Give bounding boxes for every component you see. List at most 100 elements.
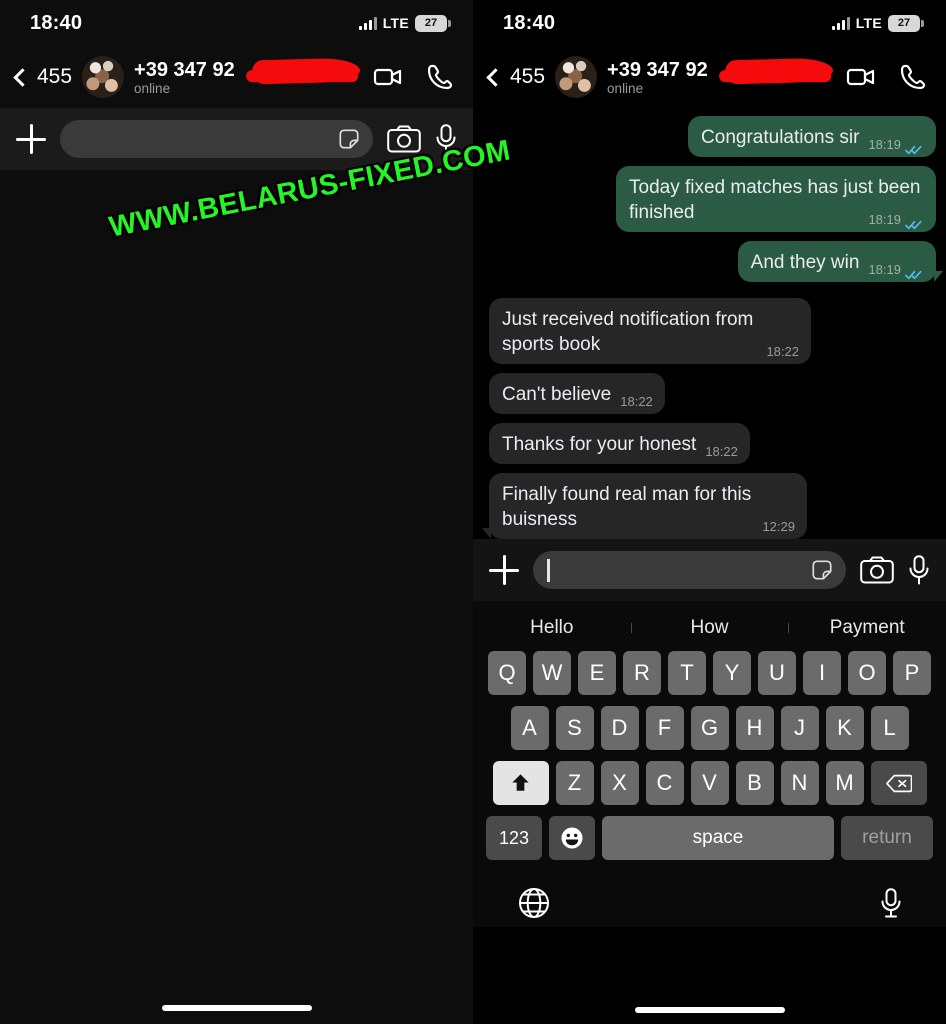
keyboard-bottom-bar xyxy=(473,871,946,927)
status-bar-left: 18:40 LTE 27 xyxy=(0,0,473,46)
chevron-left-icon xyxy=(486,67,505,87)
back-button[interactable]: 455 xyxy=(485,65,545,89)
key-p[interactable]: P xyxy=(893,651,931,695)
left-chat-screenshot: 18:40 LTE 27 455 +39 347 92 online xyxy=(0,0,473,1024)
message-list-right[interactable]: Congratulations sir 18:19 Today fixed ma… xyxy=(473,108,946,539)
emoji-smiley-icon[interactable] xyxy=(549,816,595,860)
message-text: Thanks for your honest xyxy=(502,434,697,455)
key-g[interactable]: G xyxy=(690,706,729,750)
sticker-icon[interactable] xyxy=(338,128,360,150)
key-n[interactable]: N xyxy=(780,761,819,805)
message-input[interactable] xyxy=(533,551,846,589)
camera-icon[interactable] xyxy=(860,556,894,584)
suggestion-2[interactable]: How xyxy=(630,617,789,639)
key-h[interactable]: H xyxy=(735,706,774,750)
space-key[interactable]: space xyxy=(602,816,834,860)
message-time: 18:22 xyxy=(620,394,653,409)
message-bubble-incoming[interactable]: Can't believe 18:22 xyxy=(489,373,665,414)
message-meta: 18:22 xyxy=(620,389,653,414)
message-bubble-outgoing[interactable]: Congratulations sir 18:19 xyxy=(688,116,936,157)
key-s[interactable]: S xyxy=(555,706,594,750)
message-text: Just received notification from sports b… xyxy=(502,309,754,355)
on-screen-keyboard[interactable]: Hello How Payment Q W E R T Y U I O P A … xyxy=(473,601,946,927)
message-text: Finally found real man for this buisness xyxy=(502,484,752,530)
message-bubble-outgoing[interactable]: Today fixed matches has just been finish… xyxy=(616,166,936,232)
redaction-mark xyxy=(251,57,361,84)
status-time: 18:40 xyxy=(30,11,83,34)
key-f[interactable]: F xyxy=(645,706,684,750)
backspace-key[interactable] xyxy=(870,761,927,805)
key-w[interactable]: W xyxy=(533,651,571,695)
key-m[interactable]: M xyxy=(825,761,864,805)
keyboard-row-3: Z X C V B N M xyxy=(473,761,946,805)
unread-count: 455 xyxy=(37,65,73,88)
avatar[interactable] xyxy=(82,56,125,98)
back-button[interactable]: 455 xyxy=(12,65,72,89)
composer-right[interactable] xyxy=(473,539,946,601)
shift-key[interactable] xyxy=(492,761,549,805)
microphone-icon[interactable] xyxy=(435,124,457,154)
microphone-icon[interactable] xyxy=(908,555,930,585)
suggestion-bar[interactable]: Hello How Payment xyxy=(473,605,946,651)
keyboard-row-1: Q W E R T Y U I O P xyxy=(473,651,946,695)
suggestion-3[interactable]: Payment xyxy=(788,617,946,639)
avatar[interactable] xyxy=(555,56,598,98)
key-y[interactable]: Y xyxy=(713,651,751,695)
phone-icon[interactable] xyxy=(425,62,455,92)
key-i[interactable]: I xyxy=(803,651,841,695)
return-key[interactable]: return xyxy=(841,816,933,860)
key-t[interactable]: T xyxy=(668,651,706,695)
key-c[interactable]: C xyxy=(645,761,684,805)
presence-status: online xyxy=(607,80,644,96)
composer-left[interactable] xyxy=(0,108,473,170)
phone-icon[interactable] xyxy=(898,62,928,92)
key-u[interactable]: U xyxy=(758,651,796,695)
key-k[interactable]: K xyxy=(825,706,864,750)
message-input[interactable] xyxy=(60,120,373,158)
key-e[interactable]: E xyxy=(578,651,616,695)
message-text: And they win xyxy=(750,252,860,273)
chat-header-right: 455 +39 347 92 online xyxy=(473,46,946,108)
camera-icon[interactable] xyxy=(387,125,421,153)
dictation-microphone-icon[interactable] xyxy=(880,888,902,918)
suggestion-1[interactable]: Hello xyxy=(473,617,631,639)
presence-status: online xyxy=(134,80,171,96)
attach-plus-icon[interactable] xyxy=(489,555,519,585)
message-bubble-incoming[interactable]: Thanks for your honest 18:22 xyxy=(489,423,750,464)
message-time: 12:29 xyxy=(762,519,795,534)
sticker-icon[interactable] xyxy=(811,559,833,581)
home-indicator xyxy=(161,1005,312,1011)
numbers-key[interactable]: 123 xyxy=(486,816,542,860)
message-bubble-outgoing[interactable]: And they win 18:19 xyxy=(737,241,944,282)
key-x[interactable]: X xyxy=(600,761,639,805)
message-time: 18:19 xyxy=(868,137,901,152)
message-bubble-incoming[interactable]: Just received notification from sports b… xyxy=(489,298,811,364)
key-q[interactable]: Q xyxy=(488,651,526,695)
contact-info[interactable]: +39 347 92 online xyxy=(607,57,836,96)
globe-icon[interactable] xyxy=(517,886,551,920)
message-time: 18:19 xyxy=(868,212,901,227)
key-z[interactable]: Z xyxy=(555,761,594,805)
message-bubble-incoming[interactable]: Finally found real man for this buisness… xyxy=(482,473,807,539)
read-receipt-icon xyxy=(905,264,924,279)
keyboard-row-4: 123 space return xyxy=(473,816,946,860)
key-r[interactable]: R xyxy=(623,651,661,695)
key-o[interactable]: O xyxy=(848,651,886,695)
contact-info[interactable]: +39 347 92 online xyxy=(134,57,363,96)
video-camera-icon[interactable] xyxy=(373,62,403,92)
message-time: 18:22 xyxy=(705,444,738,459)
video-camera-icon[interactable] xyxy=(846,62,876,92)
network-type: LTE xyxy=(855,15,882,31)
keyboard-row-2: A S D F G H J K L xyxy=(473,706,946,750)
unread-count: 455 xyxy=(510,65,546,88)
key-a[interactable]: A xyxy=(510,706,549,750)
key-v[interactable]: V xyxy=(690,761,729,805)
key-j[interactable]: J xyxy=(780,706,819,750)
key-b[interactable]: B xyxy=(735,761,774,805)
key-d[interactable]: D xyxy=(600,706,639,750)
key-l[interactable]: L xyxy=(870,706,909,750)
read-receipt-icon xyxy=(905,214,924,229)
message-meta: 18:22 xyxy=(766,339,799,364)
redaction-mark xyxy=(724,57,834,84)
attach-plus-icon[interactable] xyxy=(16,124,46,154)
